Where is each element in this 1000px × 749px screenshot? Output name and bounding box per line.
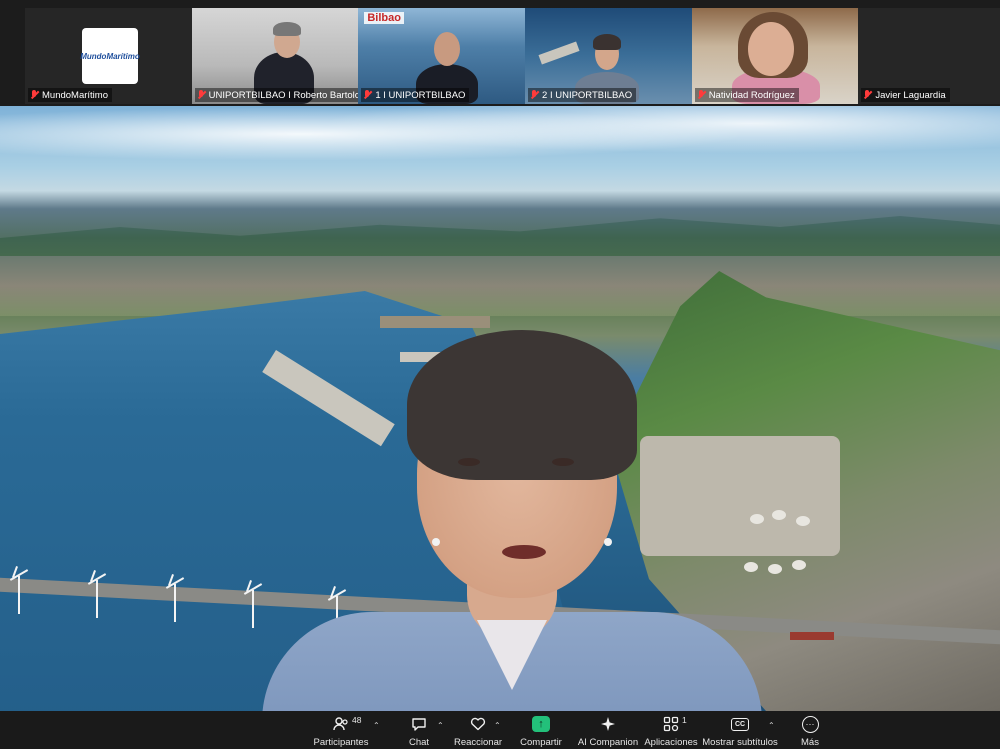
apps-label: Aplicaciones: [644, 737, 698, 748]
speaker-earring: [432, 538, 440, 546]
participant-tile-uniport-2[interactable]: 2 I UNIPORTBILBAO: [525, 8, 692, 104]
react-caret-icon[interactable]: ⌃: [494, 721, 501, 730]
more-button[interactable]: ··· Más: [795, 711, 825, 749]
participant-name-tag: 1 I UNIPORTBILBAO: [361, 88, 470, 102]
participants-icon: 48: [332, 715, 361, 732]
port-dock: [380, 316, 490, 328]
participant-name: 2 I UNIPORTBILBAO: [542, 89, 633, 101]
participant-name: MundoMarítimo: [42, 89, 108, 101]
participants-caret-icon[interactable]: ⌃: [373, 721, 380, 730]
apps-count: 1: [682, 715, 687, 725]
mundomaritimo-logo: MundoMarítimo: [80, 28, 140, 84]
mic-muted-icon: [863, 90, 872, 100]
heart-icon: [469, 716, 487, 732]
wind-turbine: [96, 580, 98, 618]
ai-companion-button[interactable]: AI Companion: [578, 711, 638, 749]
storage-tank: [768, 564, 782, 574]
participant-name: UNIPORTBILBAO I Roberto Bartolomé: [208, 89, 359, 101]
speaker-eye: [458, 458, 480, 466]
participant-tile-uniport-1[interactable]: Bilbao 1 I UNIPORTBILBAO: [358, 8, 526, 104]
mic-muted-icon: [697, 90, 706, 100]
bilbao-overlay-text: Bilbao: [364, 12, 404, 24]
storage-tank: [792, 560, 806, 570]
participant-name: 1 I UNIPORTBILBAO: [375, 89, 466, 101]
participant-tile-javier[interactable]: Javier Laguardia: [858, 8, 1000, 104]
ai-companion-label: AI Companion: [577, 737, 639, 748]
speaker-hair: [407, 330, 637, 480]
more-label: Más: [801, 737, 819, 748]
speaker-eye: [552, 458, 574, 466]
ship: [790, 632, 834, 640]
share-arrow-icon: ↑: [532, 716, 550, 732]
participant-name-tag: MundoMarítimo: [28, 88, 112, 102]
speaker-mouth: [502, 545, 546, 559]
speaker-person: [262, 330, 762, 711]
apps-icon: 1: [662, 715, 687, 732]
more-icon: ···: [801, 715, 819, 733]
mic-muted-icon: [363, 90, 372, 100]
participant-video-hair: [272, 22, 301, 36]
participants-label: Participantes: [313, 737, 369, 748]
react-label: Reaccionar: [453, 737, 503, 748]
react-button[interactable]: Reaccionar: [453, 711, 503, 749]
apps-button[interactable]: 1 Aplicaciones: [644, 711, 698, 749]
participant-tile-natividad[interactable]: Natividad Rodríguez: [691, 8, 859, 104]
storage-tank: [772, 510, 786, 520]
share-screen-button[interactable]: ↑ Compartir: [518, 711, 564, 749]
mic-muted-icon: [197, 90, 206, 100]
captions-button[interactable]: CC Mostrar subtítulos: [702, 711, 778, 749]
port-dock-graphic: [538, 41, 580, 65]
active-speaker-video[interactable]: [0, 106, 1000, 711]
participant-name-tag: 2 I UNIPORTBILBAO: [528, 88, 637, 102]
participants-button[interactable]: 48 Participantes: [313, 711, 369, 749]
sparkle-icon: [599, 716, 617, 732]
share-label: Compartir: [520, 737, 562, 748]
chat-label: Chat: [408, 737, 430, 748]
participant-name-tag: Natividad Rodríguez: [694, 88, 799, 102]
chat-caret-icon[interactable]: ⌃: [437, 721, 444, 730]
wind-turbine: [174, 584, 176, 622]
background-sky: [0, 106, 1000, 176]
chat-icon: [410, 716, 428, 732]
participants-count: 48: [352, 715, 362, 725]
participant-tile-mundomaritimo[interactable]: MundoMarítimo MundoMarítimo: [25, 8, 192, 104]
wind-turbine: [252, 590, 254, 628]
captions-caret-icon[interactable]: ⌃: [768, 721, 775, 730]
background-city: [0, 256, 1000, 316]
storage-tank: [796, 516, 810, 526]
participant-name-tag: Javier Laguardia: [861, 88, 950, 102]
participant-video-hair: [593, 34, 622, 50]
participant-name: Natividad Rodríguez: [708, 89, 795, 101]
logo-text: MundoMarítimo: [80, 51, 140, 61]
participant-video-head: [747, 22, 794, 76]
mic-muted-icon: [530, 90, 539, 100]
mic-muted-icon: [30, 90, 39, 100]
captions-label: Mostrar subtítulos: [702, 737, 778, 748]
participant-tile-roberto[interactable]: UNIPORTBILBAO I Roberto Bartolomé: [191, 8, 359, 104]
speaker-earring: [604, 538, 612, 546]
wind-turbine: [18, 576, 20, 614]
meeting-toolbar: 48 Participantes ⌃ Chat ⌃ Reaccionar ⌃ ↑…: [0, 711, 1000, 749]
video-meeting-window: MundoMarítimo MundoMarítimo UNIPORTBILBA…: [0, 0, 1000, 749]
participant-name-tag: UNIPORTBILBAO I Roberto Bartolomé: [194, 88, 359, 102]
participant-video-head: [434, 32, 461, 66]
chat-button[interactable]: Chat: [402, 711, 436, 749]
participant-name: Javier Laguardia: [875, 89, 946, 101]
participant-gallery: MundoMarítimo MundoMarítimo UNIPORTBILBA…: [0, 0, 1000, 106]
cc-icon: CC: [731, 716, 749, 732]
